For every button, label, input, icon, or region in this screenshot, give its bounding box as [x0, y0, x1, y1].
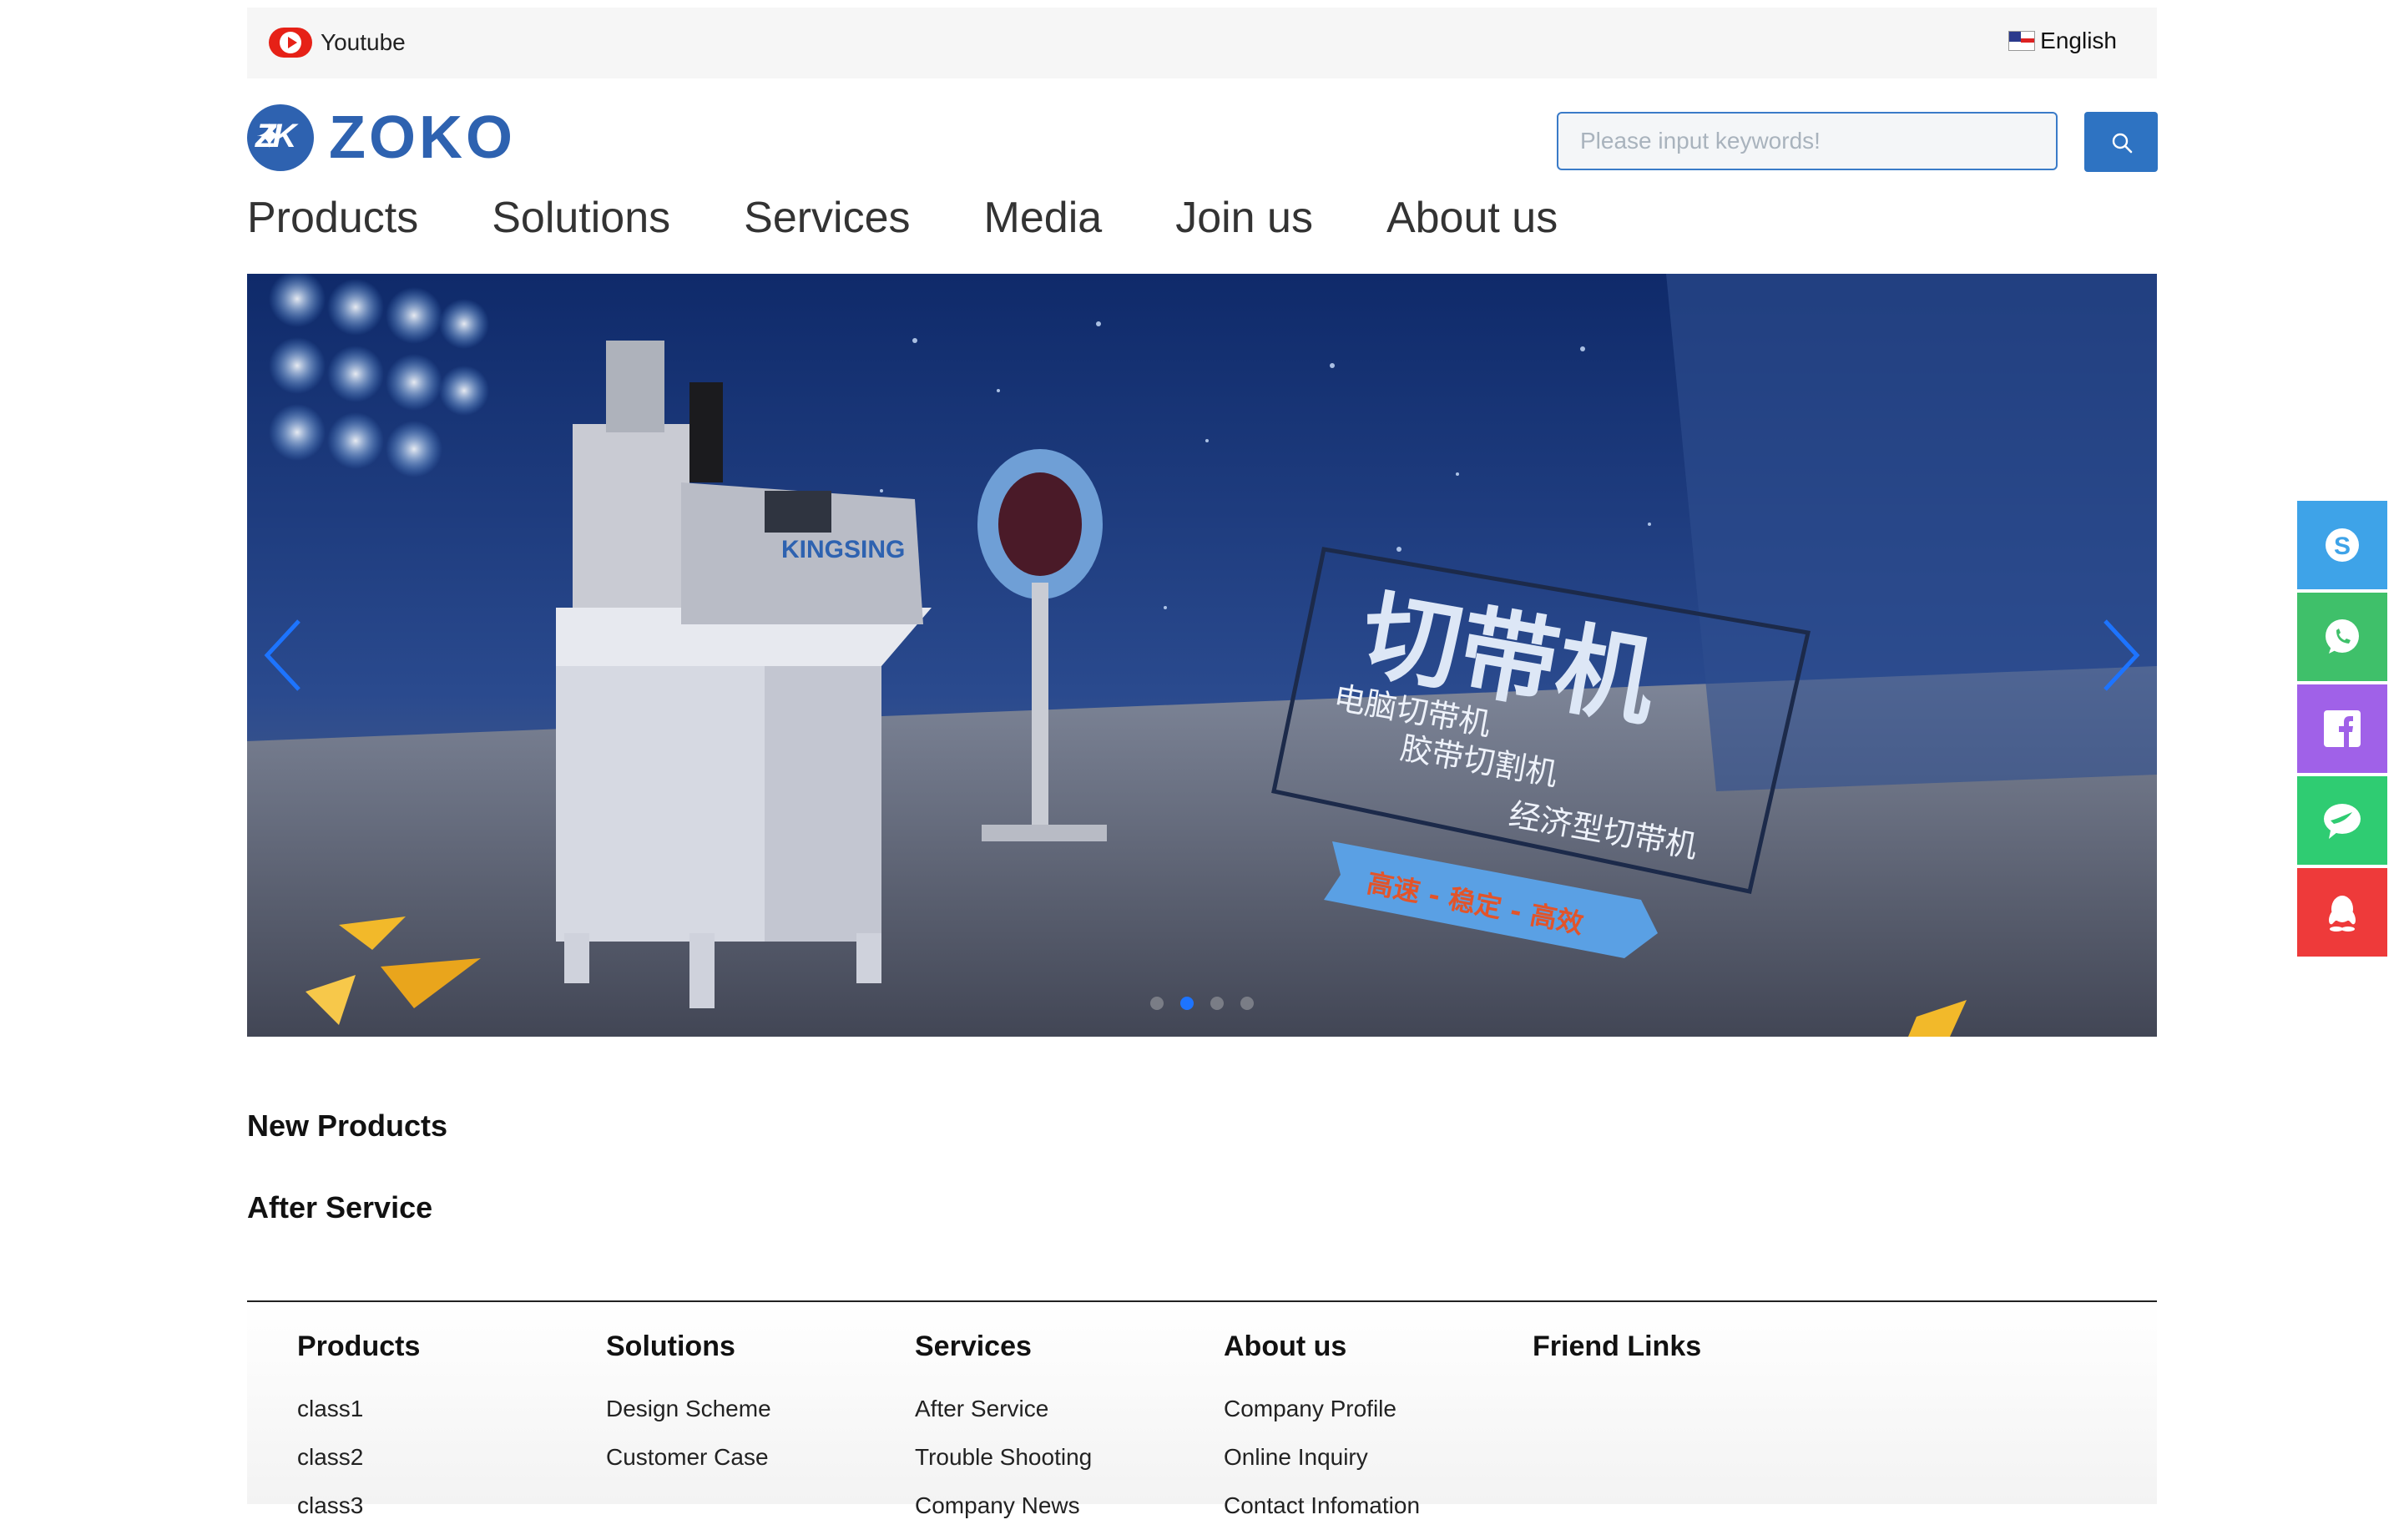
carousel-next-icon[interactable] [2102, 618, 2142, 693]
chat-icon [2324, 804, 2361, 839]
logo-text: ZOKO [329, 104, 516, 171]
search-button[interactable] [2084, 112, 2158, 172]
main-nav: Products Solutions Services Media Join u… [247, 187, 2157, 249]
side-contact-bar: S [2297, 501, 2387, 960]
facebook-button[interactable] [2297, 684, 2387, 773]
skype-button[interactable]: S [2297, 501, 2387, 589]
footer-link[interactable]: class2 [297, 1443, 420, 1492]
carousel-dot[interactable] [1150, 997, 1164, 1010]
logo[interactable]: ZK ✦ ZOKO [247, 104, 516, 172]
language-switch[interactable]: English [2008, 28, 2117, 54]
footer-link[interactable]: Company Profile [1224, 1395, 1420, 1443]
nav-solutions[interactable]: Solutions [492, 187, 670, 249]
carousel-dot[interactable] [1240, 997, 1254, 1010]
footer-link[interactable]: class3 [297, 1492, 420, 1540]
footer-col-services: Services After Service Trouble Shooting … [915, 1330, 1092, 1540]
nav-join-us[interactable]: Join us [1175, 187, 1313, 249]
footer-link[interactable]: Online Inquiry [1224, 1443, 1420, 1492]
facebook-icon [2324, 710, 2361, 747]
nav-about-us[interactable]: About us [1386, 187, 1558, 249]
nav-media[interactable]: Media [984, 187, 1103, 249]
youtube-link[interactable]: Youtube [269, 28, 406, 58]
footer-col-title: About us [1224, 1330, 1347, 1362]
footer-col-friend-links: Friend Links [1533, 1330, 1701, 1395]
uk-flag-icon [2008, 31, 2036, 51]
star-icon: ✦ [255, 119, 284, 155]
youtube-label: Youtube [321, 29, 406, 55]
nav-services[interactable]: Services [744, 187, 910, 249]
logo-mark: ZK ✦ [247, 104, 314, 171]
footer-link[interactable]: Customer Case [606, 1443, 771, 1492]
chat-button[interactable] [2297, 776, 2387, 865]
language-label: English [2040, 28, 2117, 53]
banner-image: KINGSING 切带机 电脑切带机 胶带切割机 经济型切带机 高速 - 稳定 … [247, 274, 2157, 1037]
search-input[interactable] [1557, 112, 2058, 170]
qq-button[interactable] [2297, 868, 2387, 957]
footer-col-solutions: Solutions Design Scheme Customer Case [606, 1330, 771, 1492]
qq-icon [2329, 896, 2356, 932]
footer-col-title: Friend Links [1533, 1330, 1702, 1362]
whatsapp-button[interactable] [2297, 593, 2387, 681]
top-bar: Youtube English [247, 8, 2157, 78]
footer-col-products: Products class1 class2 class3 [297, 1330, 420, 1540]
footer-link[interactable]: Contact Infomation [1224, 1492, 1420, 1540]
svg-text:S: S [2334, 533, 2351, 560]
footer-col-about: About us Company Profile Online Inquiry … [1224, 1330, 1420, 1540]
footer-link[interactable]: Company News [915, 1492, 1092, 1540]
new-products-heading: New Products [247, 1108, 448, 1143]
nav-products[interactable]: Products [247, 187, 418, 249]
hero-carousel: KINGSING 切带机 电脑切带机 胶带切割机 经济型切带机 高速 - 稳定 … [247, 274, 2157, 1037]
footer-link[interactable]: class1 [297, 1395, 420, 1443]
footer-link[interactable]: After Service [915, 1395, 1092, 1443]
footer-link[interactable]: Trouble Shooting [915, 1443, 1092, 1492]
carousel-dot-active[interactable] [1180, 997, 1194, 1010]
site-header: ZK ✦ ZOKO [247, 98, 2158, 190]
carousel-prev-icon[interactable] [262, 618, 302, 693]
footer-col-title: Solutions [606, 1330, 735, 1362]
footer-link[interactable]: Design Scheme [606, 1395, 771, 1443]
search-icon [2112, 133, 2133, 154]
whatsapp-icon [2326, 619, 2359, 654]
skype-icon: S [2326, 528, 2359, 562]
carousel-dots [1150, 997, 1270, 1010]
banner-brand: KINGSING [781, 536, 905, 563]
after-service-heading: After Service [247, 1190, 433, 1224]
footer-col-title: Products [297, 1330, 421, 1362]
youtube-icon [269, 28, 312, 58]
site-footer: Products class1 class2 class3 Solutions … [247, 1300, 2157, 1518]
carousel-dot[interactable] [1210, 997, 1224, 1010]
footer-col-title: Services [915, 1330, 1032, 1362]
